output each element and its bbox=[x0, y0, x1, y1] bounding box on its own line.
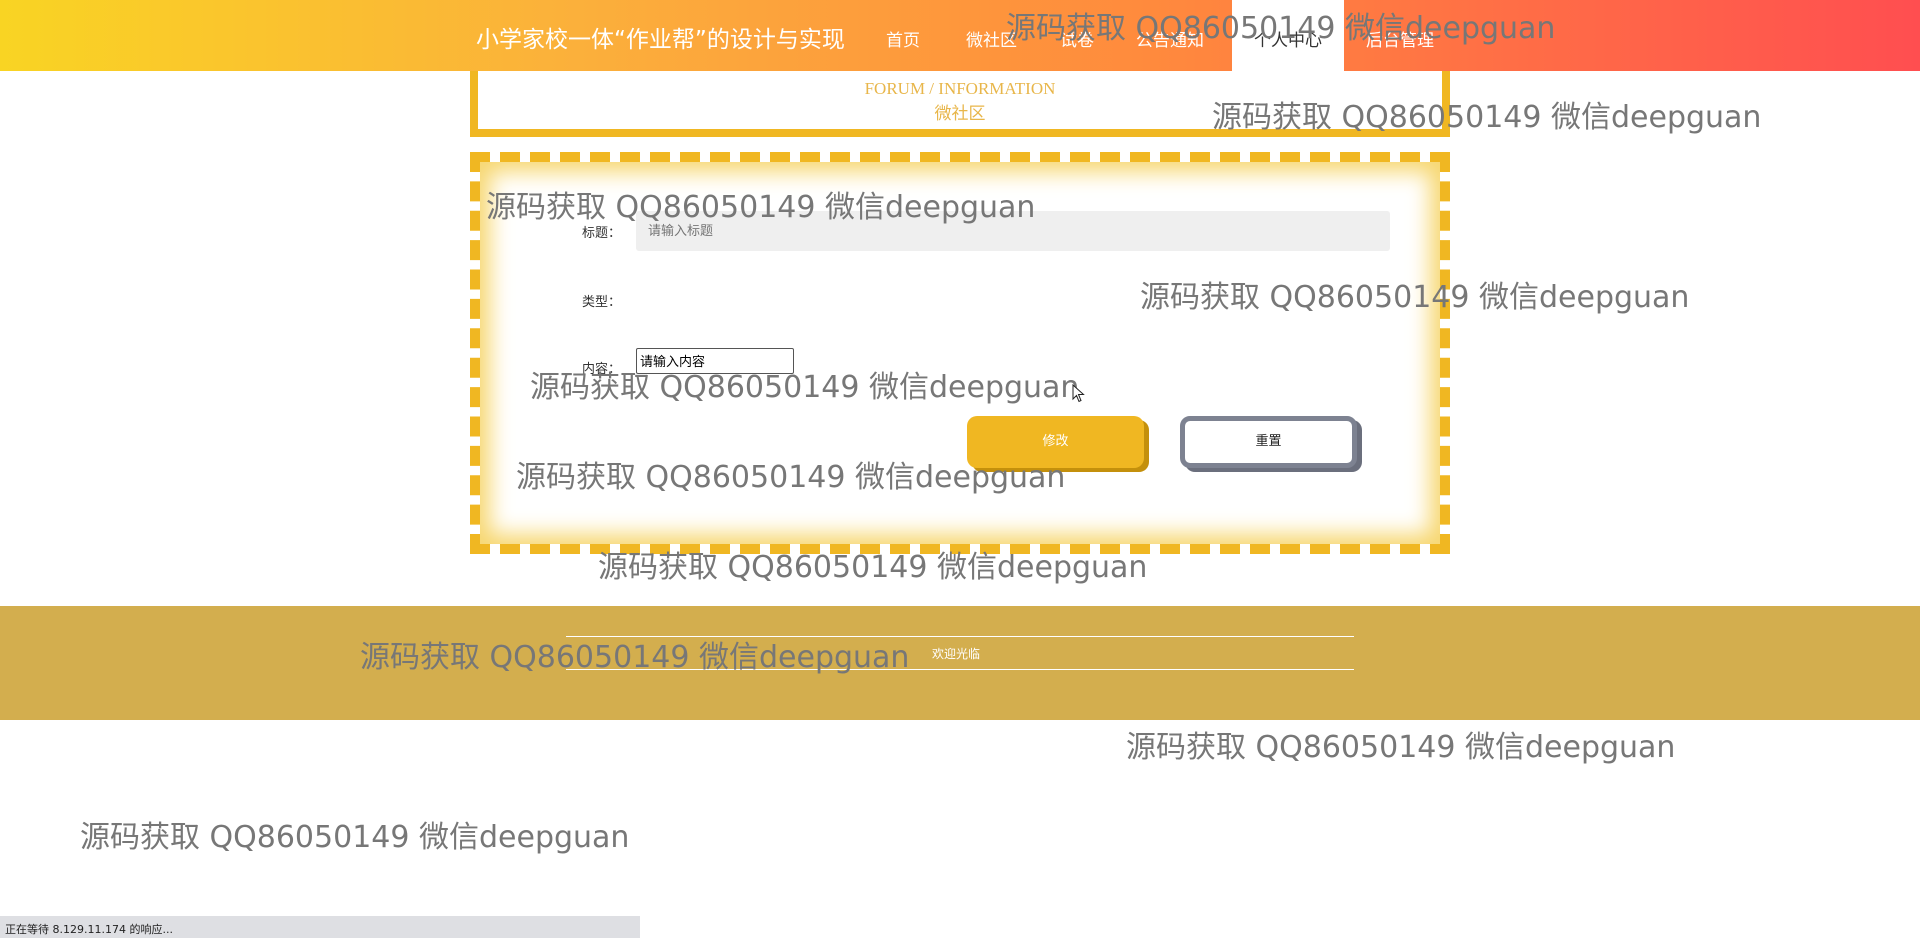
nav-home[interactable]: 首页 bbox=[886, 26, 920, 51]
footer-welcome-text: 欢迎光临 bbox=[932, 647, 981, 661]
type-label: 类型： bbox=[582, 295, 622, 310]
watermark: 源码获取 QQ86050149 微信deepguan bbox=[1126, 730, 1676, 765]
watermark: 源码获取 QQ86050149 微信deepguan bbox=[1212, 100, 1762, 135]
browser-status-bar: 正在等待 8.129.11.174 的响应... bbox=[0, 916, 640, 938]
site-header: 小学家校一体“作业帮”的设计与实现 首页 微社区 试卷 公告通知 个人中心 后台… bbox=[0, 0, 1920, 71]
watermark: 源码获取 QQ86050149 微信deepguan bbox=[1140, 280, 1690, 315]
watermark: 源码获取 QQ86050149 微信deepguan bbox=[530, 370, 1080, 405]
watermark: 源码获取 QQ86050149 微信deepguan bbox=[598, 550, 1148, 585]
watermark: 源码获取 QQ86050149 微信deepguan bbox=[1006, 11, 1556, 46]
site-footer bbox=[0, 606, 1920, 720]
mouse-cursor-icon bbox=[1072, 384, 1085, 403]
watermark: 源码获取 QQ86050149 微信deepguan bbox=[486, 190, 1036, 225]
watermark: 源码获取 QQ86050149 微信deepguan bbox=[80, 820, 630, 855]
watermark: 源码获取 QQ86050149 微信deepguan bbox=[360, 640, 910, 675]
reset-button[interactable]: 重置 bbox=[1180, 416, 1357, 468]
site-title: 小学家校一体“作业帮”的设计与实现 bbox=[476, 27, 845, 53]
watermark: 源码获取 QQ86050149 微信deepguan bbox=[516, 460, 1066, 495]
